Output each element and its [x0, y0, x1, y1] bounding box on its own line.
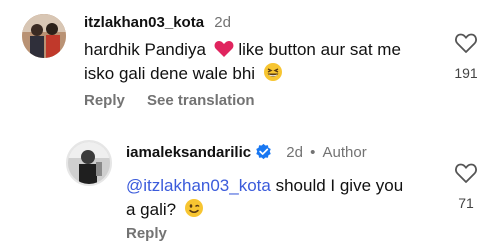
winking-emoji-icon	[184, 199, 203, 217]
reply-actions: Reply	[126, 225, 185, 242]
reply-text-line1: should I give you	[270, 176, 404, 195]
see-translation-button[interactable]: See translation	[147, 92, 255, 109]
heart-emoji-icon	[214, 41, 234, 57]
comment-text-line2: isko gali dene wale bhi	[84, 64, 256, 83]
comment-1: itzlakhan03_kota 2d hardhik Pandiya like…	[0, 0, 500, 120]
reply-username[interactable]: iamaleksandarilic 2d • Author	[126, 143, 367, 161]
username-text[interactable]: iamaleksandarilic	[126, 144, 251, 161]
heart-outline-icon[interactable]	[454, 162, 478, 184]
reply-time: 2d	[286, 144, 303, 161]
reply-1: iamaleksandarilic 2d • Author @itzlakhan…	[0, 120, 500, 251]
reply-button[interactable]: Reply	[126, 225, 167, 242]
comment-text: hardhik Pandiya like button aur sat me i…	[84, 38, 424, 86]
reply-text: @itzlakhan03_kota should I give you a ga…	[126, 174, 446, 222]
comment-text-part1: hardhik Pandiya	[84, 40, 206, 59]
like-block: 191	[446, 32, 486, 81]
avatar-image	[22, 14, 66, 58]
avatar-image	[68, 142, 110, 184]
grinning-squinting-emoji-icon	[263, 63, 282, 81]
username-text[interactable]: itzlakhan03_kota	[84, 14, 204, 31]
like-count: 71	[458, 195, 474, 211]
heart-outline-icon[interactable]	[454, 32, 478, 54]
mention-link[interactable]: @itzlakhan03_kota	[126, 176, 271, 195]
like-block: 71	[446, 162, 486, 211]
like-count: 191	[454, 65, 478, 81]
avatar[interactable]	[66, 140, 112, 186]
verified-badge-icon	[256, 143, 271, 160]
comment-text-part2: like button aur sat me	[233, 40, 401, 59]
comment-actions: Reply See translation	[84, 92, 273, 109]
reply-button[interactable]: Reply	[84, 92, 125, 109]
separator-dot: •	[310, 144, 316, 161]
avatar[interactable]	[22, 14, 66, 58]
author-badge: Author	[322, 144, 367, 161]
comment-time: 2d	[214, 14, 231, 31]
reply-text-line2: a gali?	[126, 200, 177, 219]
comment-username[interactable]: itzlakhan03_kota 2d	[84, 14, 231, 31]
